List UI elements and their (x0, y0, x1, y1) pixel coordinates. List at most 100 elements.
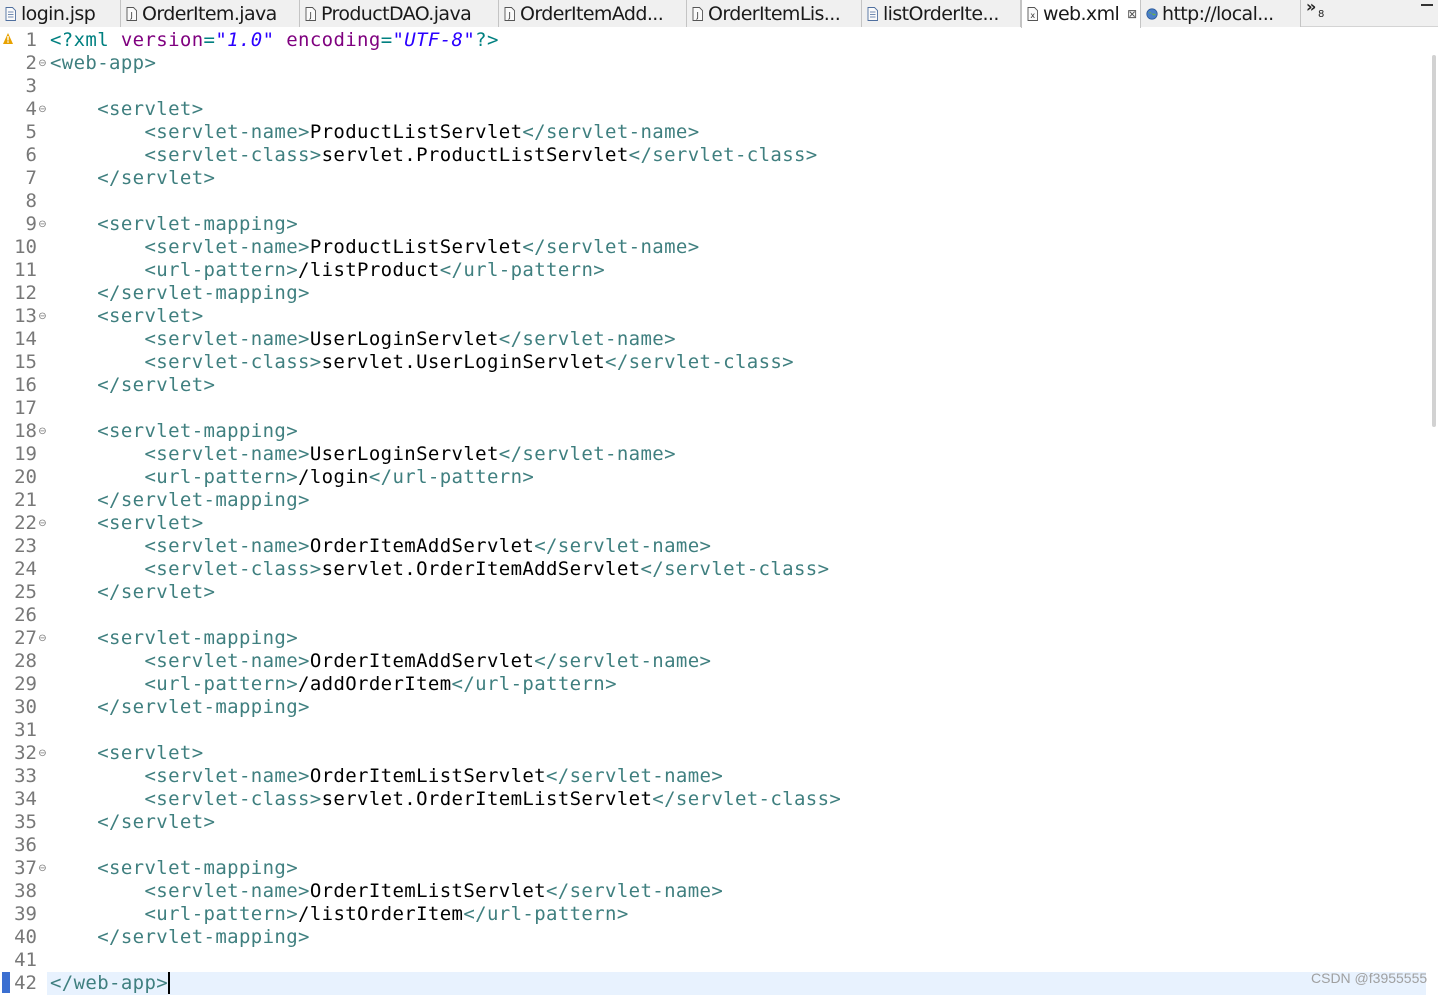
code-line[interactable]: <servlet-name>OrderItemAddServlet</servl… (47, 650, 1426, 673)
line-number: 34 (14, 788, 37, 810)
code-line[interactable]: <servlet-name>ProductListServlet</servle… (47, 121, 1426, 144)
code-line[interactable]: <servlet-name>UserLoginServlet</servlet-… (47, 443, 1426, 466)
tab-orderitem-java[interactable]: J OrderItem.java (121, 0, 300, 27)
tab-label: listOrderIte... (883, 2, 999, 25)
code-line[interactable]: <url-pattern>/listProduct</url-pattern> (47, 259, 1426, 282)
svg-text:J: J (696, 11, 699, 20)
code-line[interactable]: <web-app> (47, 52, 1426, 75)
tab-login-jsp[interactable]: login.jsp (0, 0, 121, 27)
code-line[interactable]: <servlet-class>servlet.OrderItemListServ… (47, 788, 1426, 811)
code-token: OrderItemListServlet (309, 765, 546, 787)
overflow-chevron-icon: » (1306, 0, 1317, 16)
code-line[interactable]: </servlet> (47, 374, 1426, 397)
code-line[interactable]: </servlet-mapping> (47, 926, 1426, 949)
code-line[interactable]: <servlet> (47, 512, 1426, 535)
fold-toggle-icon[interactable]: ⊖ (38, 213, 47, 236)
code-line[interactable] (47, 397, 1426, 420)
tab-label: web.xml (1043, 3, 1120, 25)
tab-http-local[interactable]: http://local... (1141, 0, 1301, 27)
code-line[interactable]: <?xml version="1.0" encoding="UTF-8"?> (47, 29, 1426, 52)
code-token: ProductListServlet (309, 236, 523, 258)
code-token: UserLoginServlet (309, 328, 499, 350)
tab-overflow-button[interactable]: » 8 (1306, 0, 1334, 22)
code-line[interactable]: </web-app> (47, 972, 1426, 995)
code-token: <servlet-class> (144, 788, 322, 810)
code-line[interactable] (47, 75, 1426, 98)
code-line[interactable]: <servlet-name>OrderItemAddServlet</servl… (47, 535, 1426, 558)
fold-toggle-icon[interactable]: ⊖ (38, 420, 47, 443)
code-line[interactable]: </servlet> (47, 581, 1426, 604)
line-number-gutter: 1 2 ⊖ 3 4 ⊖ 5 6 7 8 9 ⊖ 10 11 12 13 ⊖ 14 15 16 17 18 ⊖ 19 20 21 22… (14, 27, 47, 994)
tab-orderitemlis[interactable]: J OrderItemLis... (687, 0, 862, 27)
java-file-icon: J (304, 6, 317, 22)
close-tab-icon[interactable]: ⊠ (1127, 7, 1137, 21)
code-line[interactable]: <servlet-name>ProductListServlet</servle… (47, 236, 1426, 259)
xml-editor[interactable]: 1 2 ⊖ 3 4 ⊖ 5 6 7 8 9 ⊖ 10 11 12 13 ⊖ 14 15 16 17 18 ⊖ 19 20 21 22… (0, 27, 1438, 995)
code-line[interactable]: </servlet> (47, 167, 1426, 190)
code-line[interactable]: <servlet-name>OrderItemListServlet</serv… (47, 880, 1426, 903)
tab-web-xml[interactable]: x web.xml ⊠ (1021, 0, 1141, 28)
code-area[interactable]: <?xml version="1.0" encoding="UTF-8"?> <w… (47, 27, 1426, 995)
line-number: 25 (14, 581, 37, 603)
code-line[interactable]: <servlet-class>servlet.UserLoginServlet<… (47, 351, 1426, 374)
fold-toggle-icon[interactable]: ⊖ (38, 52, 47, 75)
line-number: 2 (25, 52, 37, 74)
code-line[interactable] (47, 604, 1426, 627)
code-line[interactable]: <servlet-class>servlet.ProductListServle… (47, 144, 1426, 167)
line-number: 26 (14, 604, 37, 626)
fold-toggle-icon[interactable]: ⊖ (38, 512, 47, 535)
code-line[interactable] (47, 949, 1426, 972)
code-line[interactable]: <servlet-mapping> (47, 627, 1426, 650)
code-line[interactable]: <url-pattern>/login</url-pattern> (47, 466, 1426, 489)
code-line[interactable]: </servlet-mapping> (47, 282, 1426, 305)
code-line[interactable]: <servlet> (47, 98, 1426, 121)
scrollbar-thumb[interactable] (1432, 55, 1436, 427)
code-line[interactable]: <servlet-mapping> (47, 857, 1426, 880)
fold-toggle-icon[interactable]: ⊖ (38, 98, 47, 121)
code-line[interactable]: </servlet-mapping> (47, 489, 1426, 512)
line-number: 9 (25, 213, 37, 235)
code-token: </servlet-mapping> (97, 926, 310, 948)
code-line[interactable]: </servlet-mapping> (47, 696, 1426, 719)
fold-toggle-icon[interactable]: ⊖ (38, 627, 47, 650)
fold-toggle-icon[interactable]: ⊖ (38, 857, 47, 880)
code-line[interactable]: <servlet-name>UserLoginServlet</servlet-… (47, 328, 1426, 351)
code-token: </servlet-name> (546, 765, 724, 787)
tab-orderitemadd[interactable]: J OrderItemAdd... (499, 0, 687, 27)
tab-listorderite[interactable]: listOrderIte... (862, 0, 1021, 27)
minimize-button[interactable] (1421, 4, 1433, 6)
code-line[interactable]: <url-pattern>/listOrderItem</url-pattern… (47, 903, 1426, 926)
code-token: </servlet-name> (498, 443, 676, 465)
code-token: <servlet-class> (144, 144, 322, 166)
line-number: 32 (14, 742, 37, 764)
tab-label: login.jsp (21, 2, 96, 25)
line-number: 16 (14, 374, 37, 396)
code-line[interactable]: <servlet> (47, 305, 1426, 328)
line-number: 38 (14, 880, 37, 902)
code-line[interactable]: <servlet-mapping> (47, 213, 1426, 236)
line-number: 8 (25, 190, 37, 212)
code-line[interactable]: <servlet> (47, 742, 1426, 765)
code-line[interactable]: </servlet> (47, 811, 1426, 834)
code-line[interactable]: <url-pattern>/addOrderItem</url-pattern> (47, 673, 1426, 696)
code-token: </url-pattern> (439, 259, 606, 281)
code-line[interactable]: <servlet-class>servlet.OrderItemAddServl… (47, 558, 1426, 581)
fold-toggle-icon[interactable]: ⊖ (38, 742, 47, 765)
globe-icon (1145, 6, 1158, 22)
code-line[interactable]: <servlet-name>OrderItemListServlet</serv… (47, 765, 1426, 788)
code-line[interactable]: <servlet-mapping> (47, 420, 1426, 443)
warning-icon[interactable] (3, 33, 13, 44)
fold-toggle-icon[interactable]: ⊖ (38, 305, 47, 328)
code-line[interactable] (47, 190, 1426, 213)
code-line[interactable] (47, 834, 1426, 857)
line-number: 12 (14, 282, 37, 304)
tab-productdao-java[interactable]: J ProductDAO.java (300, 0, 499, 27)
code-line[interactable] (47, 719, 1426, 742)
svg-text:x: x (1030, 11, 1035, 20)
